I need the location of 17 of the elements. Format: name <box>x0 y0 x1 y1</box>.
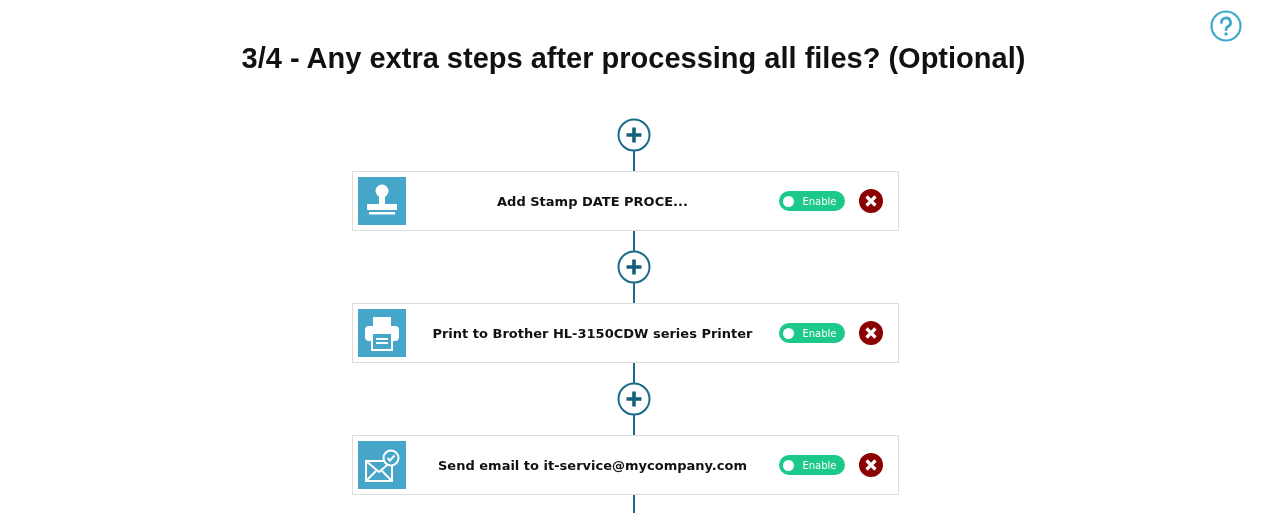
enable-toggle[interactable]: Enable <box>779 455 845 475</box>
step-label: Send email to it-service@mycompany.com <box>437 457 748 473</box>
envelope-icon <box>357 441 406 489</box>
step-label: Print to Brother HL-3150CDW series Printer <box>431 325 754 341</box>
printer-icon <box>357 309 406 357</box>
delete-icon[interactable] <box>858 453 883 477</box>
step-label: Add Stamp DATE PROCE... <box>496 193 689 209</box>
enable-toggle[interactable]: Enable <box>779 323 845 343</box>
page-title: 3/4 - Any extra steps after processing all files? (Optional) <box>241 41 1026 76</box>
add-step-button[interactable] <box>616 118 651 152</box>
stamp-icon <box>357 177 406 225</box>
add-step-button[interactable] <box>616 250 651 284</box>
enable-toggle[interactable]: Enable <box>779 191 845 211</box>
delete-icon[interactable] <box>858 189 883 213</box>
help-icon[interactable] <box>1210 10 1242 42</box>
delete-icon[interactable] <box>858 321 883 345</box>
add-step-button[interactable] <box>616 382 651 416</box>
